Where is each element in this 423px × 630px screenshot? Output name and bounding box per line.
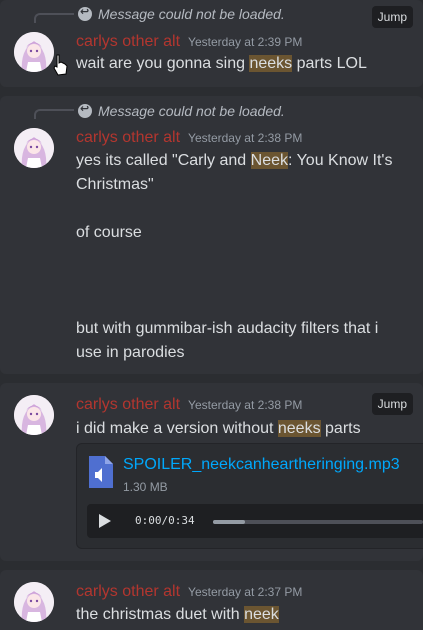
- search-result-4[interactable]: carlys other alt Yesterday at 2:37 PM th…: [0, 570, 423, 630]
- current-time: 0:00: [135, 514, 162, 527]
- avatar[interactable]: [14, 395, 54, 435]
- reply-text: Message could not be loaded.: [98, 6, 285, 22]
- message-content: yes its called "Carly and Neek: You Know…: [76, 149, 396, 365]
- message-line: of course: [76, 224, 142, 241]
- audio-player: 0:00/0:34: [87, 504, 423, 538]
- reply-icon: [78, 5, 92, 21]
- message-line: but with gummibar-ish audacity filters t…: [76, 320, 379, 361]
- message-line: yes its called "Carly and Neek: You Know…: [76, 152, 393, 193]
- message-content: wait are you gonna sing neeks parts LOL: [76, 55, 367, 72]
- hand-cursor-icon: [53, 54, 68, 76]
- reply-icon: [78, 102, 92, 118]
- reply-text: Message could not be loaded.: [98, 103, 285, 119]
- message-content: i did make a version without neeks parts: [76, 420, 361, 437]
- audio-file-icon: [89, 456, 113, 488]
- file-size: 1.30 MB: [123, 480, 168, 494]
- progress-fill: [213, 520, 245, 524]
- author-name[interactable]: carlys other alt: [76, 33, 180, 51]
- timestamp[interactable]: Yesterday at 2:38 PM: [188, 398, 302, 412]
- play-icon[interactable]: [99, 514, 111, 528]
- search-highlight: neek: [244, 606, 279, 623]
- message-header: carlys other alt Yesterday at 2:38 PM: [76, 129, 302, 147]
- reply-preview[interactable]: Message could not be loaded.: [78, 102, 285, 120]
- message-header: carlys other alt Yesterday at 2:37 PM: [76, 583, 302, 601]
- audio-attachment: SPOILER_neekcanheartheringing.mp3 1.30 M…: [76, 443, 423, 549]
- author-name[interactable]: carlys other alt: [76, 583, 180, 601]
- reply-line: [34, 13, 74, 23]
- jump-button[interactable]: Jump: [371, 6, 413, 28]
- author-name[interactable]: carlys other alt: [76, 396, 180, 414]
- search-result-1[interactable]: Message could not be loaded. carlys othe…: [0, 0, 423, 87]
- avatar[interactable]: [14, 582, 54, 622]
- timestamp[interactable]: Yesterday at 2:39 PM: [188, 35, 302, 49]
- avatar[interactable]: [14, 32, 54, 72]
- timestamp[interactable]: Yesterday at 2:37 PM: [188, 585, 302, 599]
- timestamp[interactable]: Yesterday at 2:38 PM: [188, 131, 302, 145]
- search-highlight: neeks: [249, 55, 293, 72]
- file-name-link[interactable]: SPOILER_neekcanheartheringing.mp3: [123, 456, 400, 474]
- avatar[interactable]: [14, 128, 54, 168]
- search-highlight: neeks: [277, 420, 321, 437]
- author-name[interactable]: carlys other alt: [76, 129, 180, 147]
- message-header: carlys other alt Yesterday at 2:38 PM: [76, 396, 302, 414]
- reply-preview[interactable]: Message could not be loaded.: [78, 5, 285, 23]
- jump-button[interactable]: Jump: [371, 393, 413, 415]
- message-content: the christmas duet with neek: [76, 606, 279, 623]
- duration: 0:34: [168, 514, 195, 527]
- reply-line: [34, 109, 74, 119]
- time-display: 0:00/0:34: [135, 514, 195, 527]
- message-header: carlys other alt Yesterday at 2:39 PM: [76, 33, 302, 51]
- search-highlight: Neek: [250, 152, 288, 169]
- search-result-2[interactable]: Message could not be loaded. carlys othe…: [0, 96, 423, 374]
- progress-slider[interactable]: [213, 520, 423, 524]
